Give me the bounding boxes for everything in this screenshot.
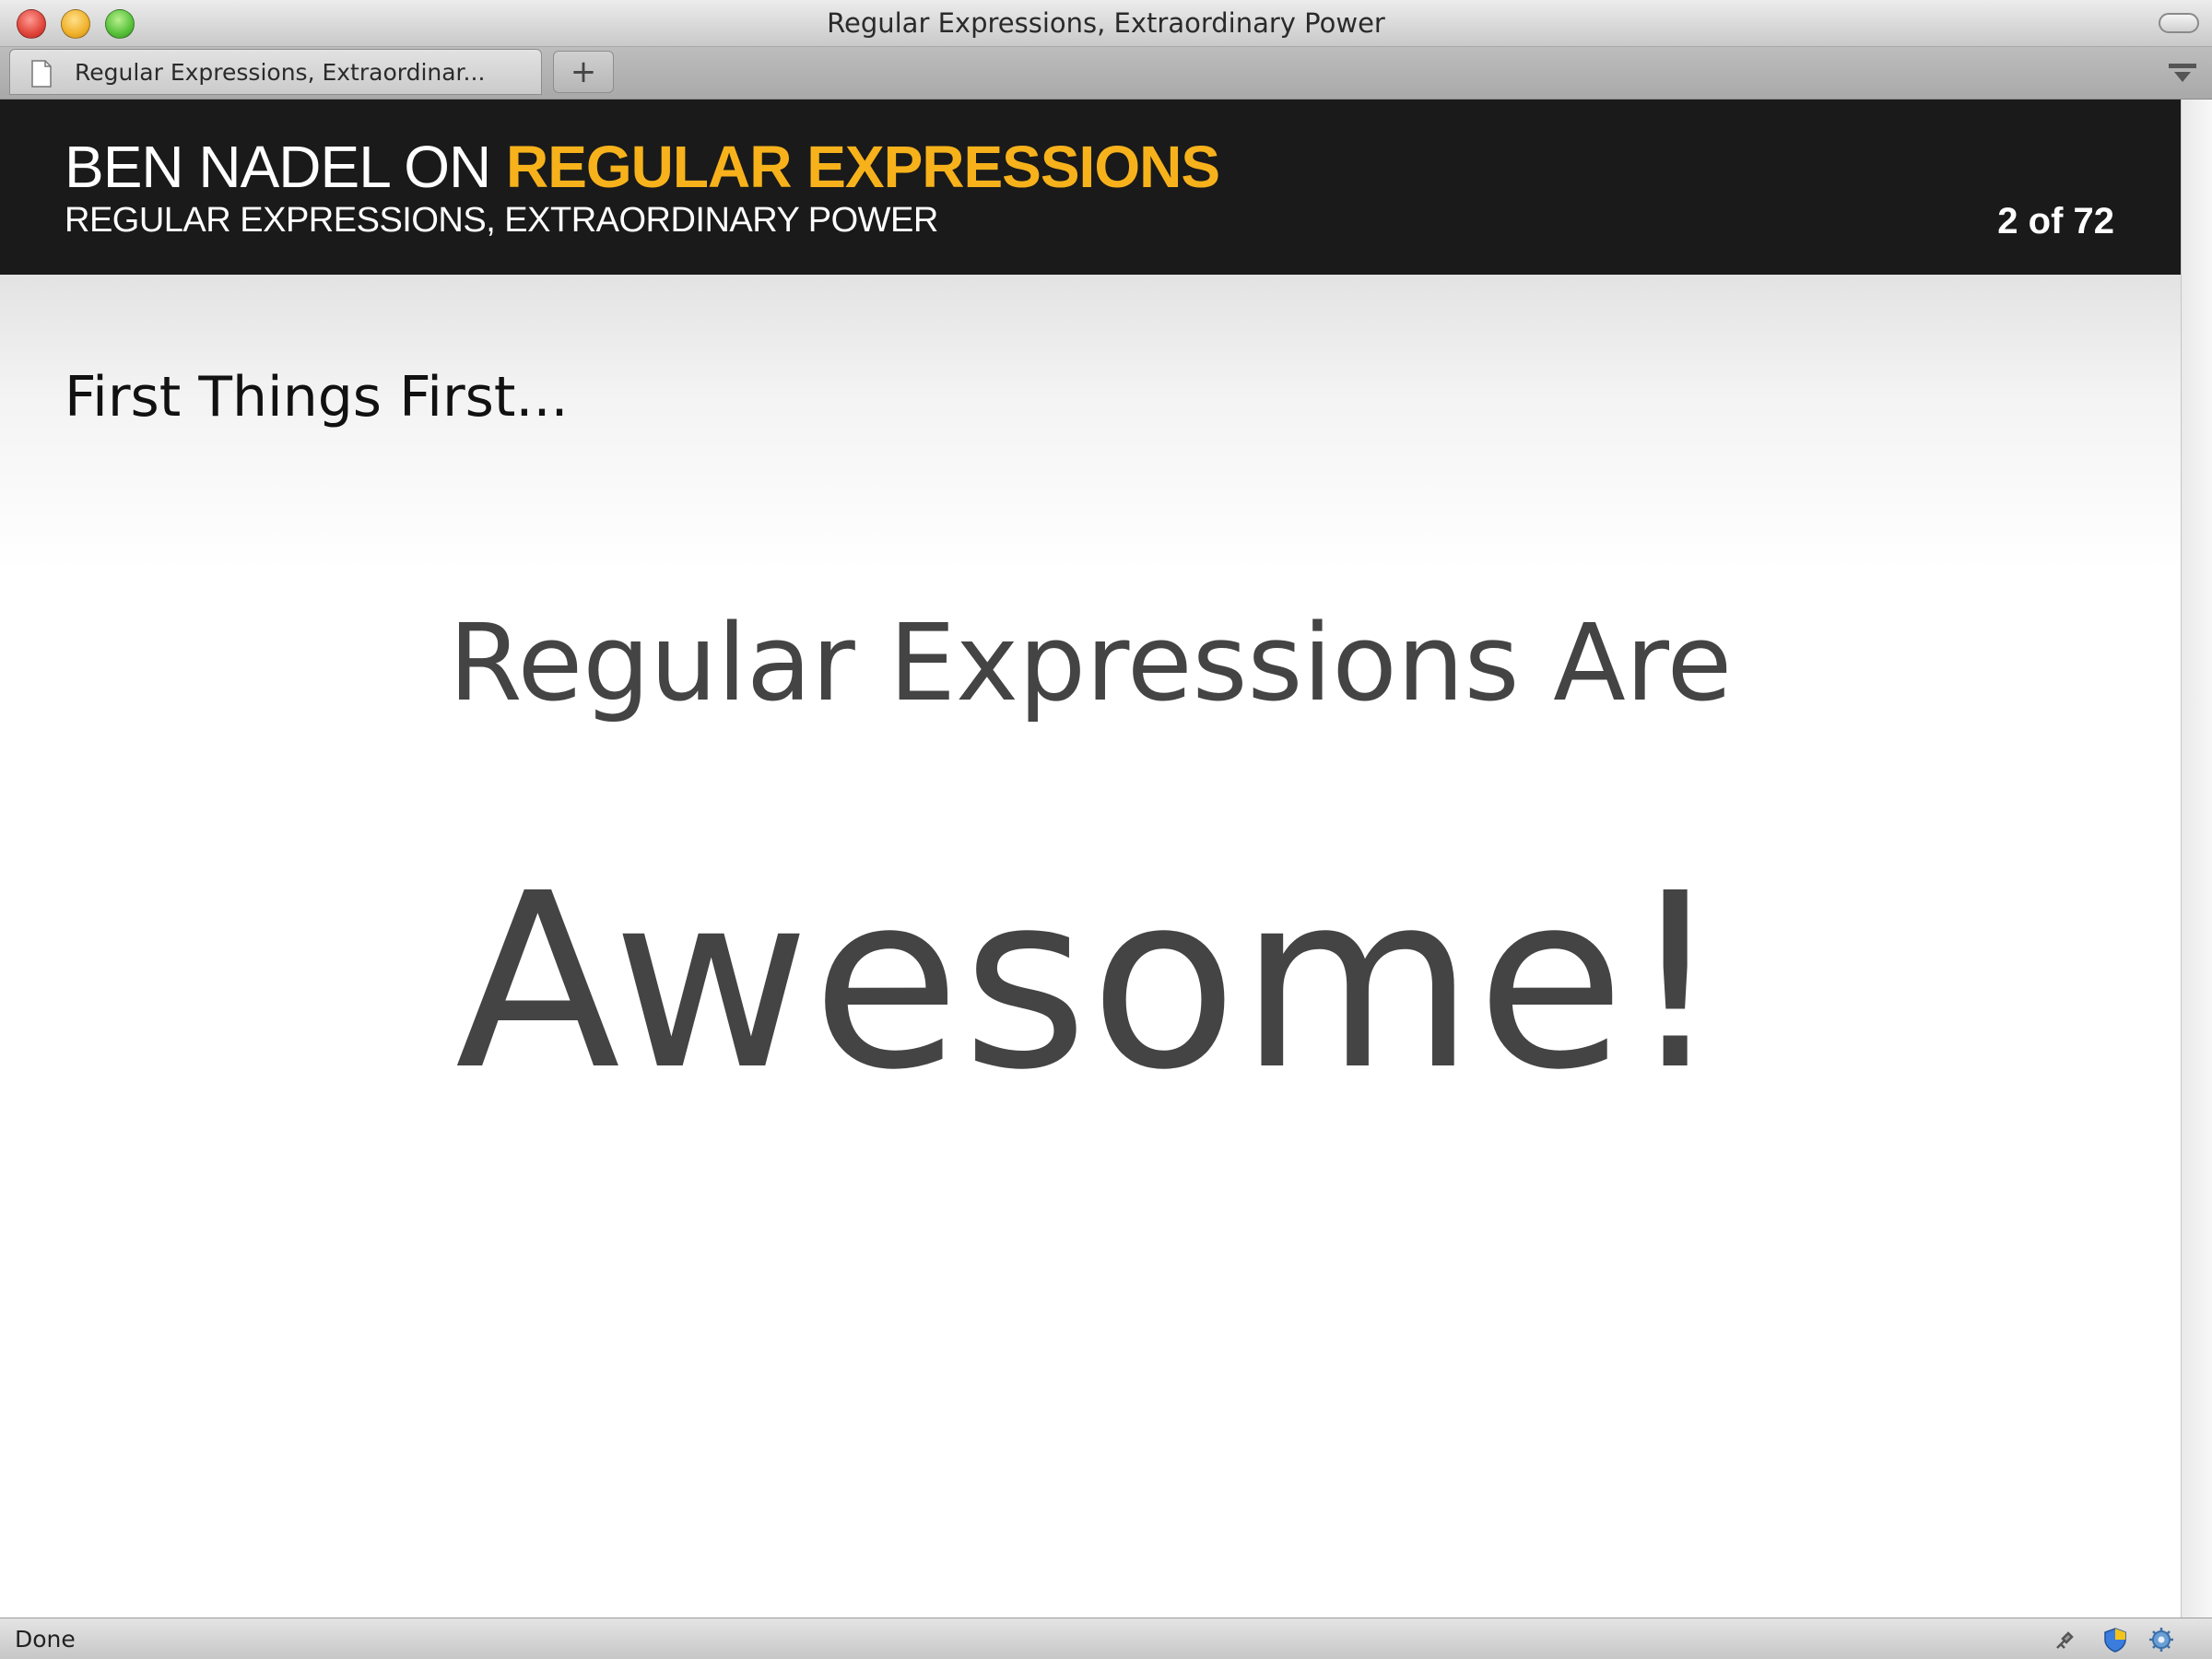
gear-icon[interactable] <box>2147 1626 2175 1653</box>
header-highlight: REGULAR EXPRESSIONS <box>505 134 1220 200</box>
window-title: Regular Expressions, Extraordinary Power <box>827 7 1385 39</box>
plugin-icon[interactable] <box>2052 1626 2079 1653</box>
tab-regular-expressions[interactable]: Regular Expressions, Extraordinar... <box>9 49 542 95</box>
security-shield-icon[interactable] <box>2101 1626 2129 1653</box>
page-icon <box>31 60 52 88</box>
slide-line-two: Awesome! <box>454 841 1726 1123</box>
status-bar: Done <box>0 1618 2212 1659</box>
new-tab-button[interactable]: + <box>553 51 614 93</box>
vertical-scrollbar[interactable] <box>2181 100 2212 1618</box>
tab-bar: Regular Expressions, Extraordinar... + <box>0 47 2212 100</box>
toolbar-toggle-button[interactable] <box>2159 13 2199 33</box>
slide-header-subtitle: REGULAR EXPRESSIONS, EXTRAORDINARY POWER <box>65 201 938 240</box>
tab-list-icon[interactable] <box>2166 60 2199 88</box>
slide-header: BEN NADEL ON REGULAR EXPRESSIONS REGULAR… <box>0 100 2181 275</box>
slide-line-one: Regular Expressions Are <box>448 602 1733 725</box>
status-text: Done <box>15 1626 76 1653</box>
page-content: BEN NADEL ON REGULAR EXPRESSIONS REGULAR… <box>0 100 2181 1618</box>
tab-label: Regular Expressions, Extraordinar... <box>75 59 486 86</box>
window-titlebar: Regular Expressions, Extraordinary Power <box>0 0 2212 47</box>
header-prefix: BEN NADEL ON <box>65 134 506 200</box>
section-title: First Things First... <box>65 365 569 429</box>
slide-counter: 2 of 72 <box>1997 201 2114 241</box>
slide-header-title: BEN NADEL ON REGULAR EXPRESSIONS <box>65 133 1220 201</box>
